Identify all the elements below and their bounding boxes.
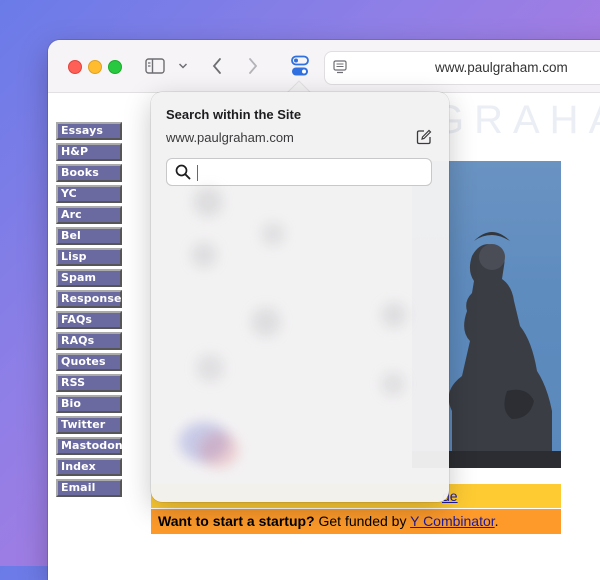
url-text: www.paulgraham.com	[435, 60, 568, 75]
nav-button-quotes[interactable]: Quotes	[56, 353, 122, 371]
nav-button-bio[interactable]: Bio	[56, 395, 122, 413]
nav-button-rss[interactable]: RSS	[56, 374, 122, 392]
page-icon	[332, 59, 348, 75]
nav-button-h-p[interactable]: H&P	[56, 143, 122, 161]
nav-button-index[interactable]: Index	[56, 458, 122, 476]
popup-domain: www.paulgraham.com	[166, 130, 294, 145]
nav-button-spam[interactable]: Spam	[56, 269, 122, 287]
banner-headline: Want to start a startup?	[158, 513, 315, 529]
text-caret	[197, 165, 198, 181]
nav-button-bel[interactable]: Bel	[56, 227, 122, 245]
edit-icon[interactable]	[416, 129, 432, 145]
nav-button-yc[interactable]: YC	[56, 185, 122, 203]
nav-button-lisp[interactable]: Lisp	[56, 248, 122, 266]
search-icon	[175, 164, 191, 180]
site-search-field[interactable]	[166, 158, 432, 186]
y-combinator-link[interactable]: Y Combinator	[410, 513, 495, 529]
extensions-toggle-icon[interactable]	[288, 54, 312, 78]
banner-end: .	[494, 513, 499, 529]
nav-button-mastodon[interactable]: Mastodon	[56, 437, 123, 455]
search-input[interactable]	[195, 162, 429, 184]
zoom-window-button[interactable]	[108, 60, 122, 74]
popup-title: Search within the Site	[166, 107, 302, 122]
toolbar: www.paulgraham.com	[48, 40, 600, 93]
banner-orange: Want to start a startup? Get funded by Y…	[151, 509, 561, 534]
site-title: GRAHAM	[433, 98, 600, 142]
nav-button-raqs[interactable]: RAQs	[56, 332, 122, 350]
minimize-window-button[interactable]	[88, 60, 102, 74]
nav-button-books[interactable]: Books	[56, 164, 122, 182]
nav-button-essays[interactable]: Essays	[56, 122, 122, 140]
banner-text: Get funded by	[314, 513, 411, 529]
nav-button-faqs[interactable]: FAQs	[56, 311, 122, 329]
site-search-popover: Search within the Site www.paulgraham.co…	[151, 92, 449, 502]
nav-button-arc[interactable]: Arc	[56, 206, 122, 224]
nav-button-twitter[interactable]: Twitter	[56, 416, 122, 434]
sidebar-toggle-icon[interactable]	[144, 56, 166, 76]
forward-icon[interactable]	[244, 55, 262, 77]
nav-button-responses[interactable]: Responses	[56, 290, 128, 308]
nav-button-email[interactable]: Email	[56, 479, 122, 497]
chevron-down-icon[interactable]	[176, 58, 190, 74]
close-window-button[interactable]	[68, 60, 82, 74]
back-icon[interactable]	[208, 55, 226, 77]
address-bar[interactable]: www.paulgraham.com	[324, 51, 600, 85]
